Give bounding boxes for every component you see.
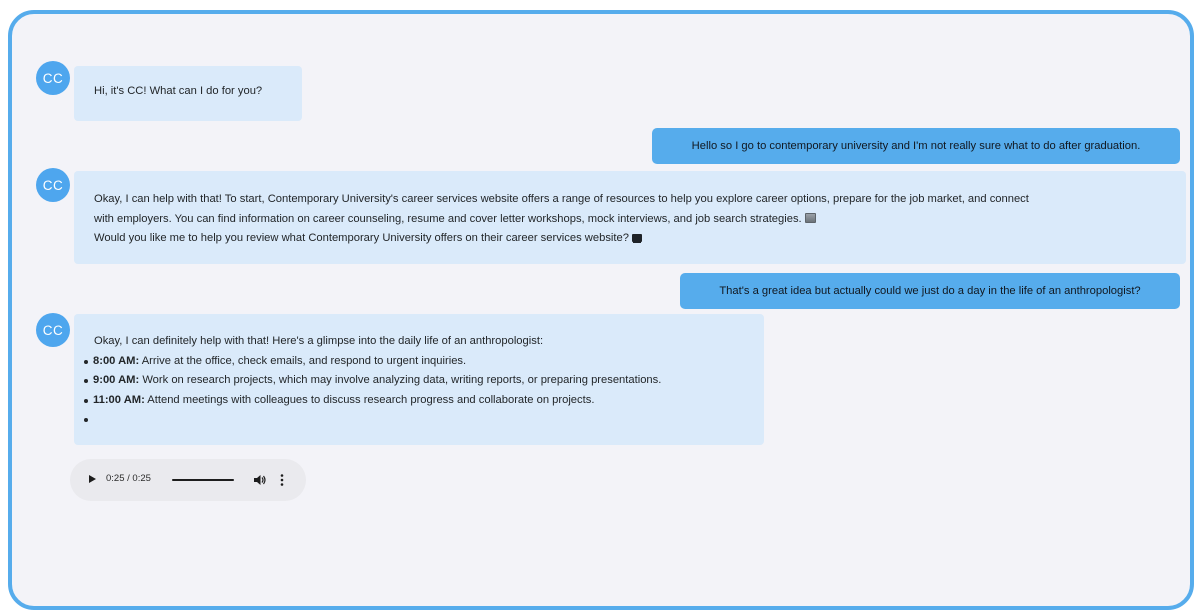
list-item — [84, 410, 764, 430]
message-text: Would you like me to help you review wha… — [94, 232, 629, 244]
assistant-message: Hi, it's CC! What can I do for you? — [74, 66, 302, 121]
laptop-icon — [631, 234, 642, 242]
assistant-message: Okay, I can help with that! To start, Co… — [74, 171, 1186, 264]
schedule-time: 8:00 AM: — [93, 354, 140, 367]
avatar-initials: CC — [42, 322, 64, 338]
assistant-avatar: CC — [36, 61, 70, 95]
avatar-initials: CC — [42, 70, 64, 86]
play-icon[interactable] — [89, 475, 96, 483]
progress-fill — [172, 479, 234, 481]
progress-slider[interactable] — [172, 479, 234, 481]
avatar-initials: CC — [42, 177, 64, 193]
schedule-text: Arrive at the office, check emails, and … — [139, 354, 467, 367]
assistant-message: Okay, I can definitely help with that! H… — [74, 314, 764, 445]
message-line: Okay, I can help with that! To start, Co… — [94, 193, 1029, 205]
schedule-list: 8:00 AM: Arrive at the office, check ema… — [84, 352, 764, 430]
user-message: Hello so I go to contemporary university… — [652, 128, 1180, 164]
user-message: That's a great idea but actually could w… — [680, 273, 1180, 309]
assistant-avatar: CC — [36, 168, 70, 202]
message-line: with employers. You can find information… — [94, 210, 1186, 230]
list-item: 8:00 AM: Arrive at the office, check ema… — [84, 352, 764, 372]
schedule-text: Attend meetings with colleagues to discu… — [144, 393, 595, 406]
message-text: Hello so I go to contemporary university… — [691, 140, 1141, 152]
schedule-time: 9:00 AM: — [93, 374, 140, 386]
assistant-avatar: CC — [36, 313, 70, 347]
message-text: with employers. You can find information… — [94, 212, 802, 225]
message-text: That's a great idea but actually could w… — [719, 285, 1141, 297]
volume-icon[interactable] — [253, 473, 267, 487]
message-line: Would you like me to help you review wha… — [94, 229, 1186, 249]
more-vertical-icon[interactable] — [279, 473, 285, 487]
message-text: Hi, it's CC! What can I do for you? — [94, 85, 263, 97]
camera-icon — [804, 212, 816, 223]
schedule-text: Work on research projects, which may inv… — [139, 374, 662, 386]
time-display: 0:25 / 0:25 — [106, 473, 151, 484]
list-item: 9:00 AM: Work on research projects, whic… — [84, 371, 764, 391]
audio-player: 0:25 / 0:25 — [70, 459, 306, 501]
schedule-time: 11:00 AM: — [93, 393, 145, 406]
chat-window: CC Hi, it's CC! What can I do for you? H… — [8, 10, 1194, 610]
list-item: 11:00 AM: Attend meetings with colleague… — [84, 391, 764, 411]
message-intro: Okay, I can definitely help with that! H… — [94, 335, 544, 347]
